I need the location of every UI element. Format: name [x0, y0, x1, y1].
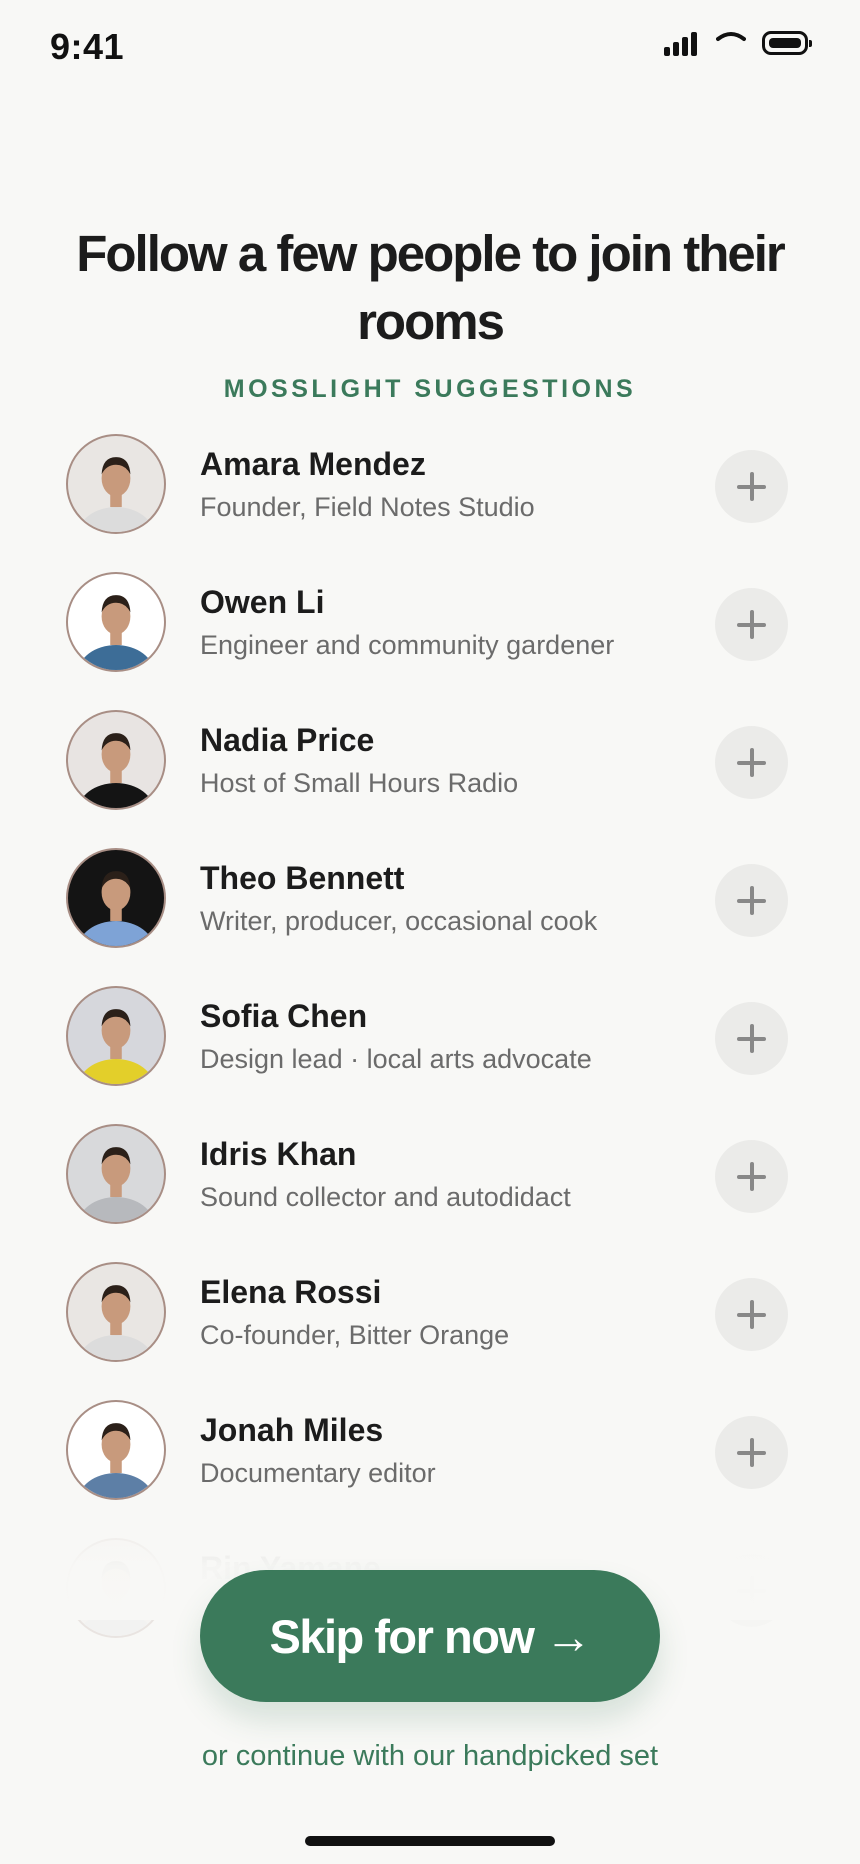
- person-name: Amara Mendez: [200, 446, 426, 482]
- follow-button[interactable]: [715, 588, 788, 661]
- avatar[interactable]: [66, 1400, 166, 1500]
- page-title: Follow a few people to join their rooms: [76, 225, 786, 350]
- person-portrait: [77, 457, 155, 532]
- person-row: Theo Bennett Writer, producer, occasiona…: [0, 838, 860, 976]
- person-name: Owen Li: [200, 584, 325, 620]
- avatar[interactable]: [66, 1538, 166, 1638]
- section-label: MOSSLIGHT SUGGESTIONS: [223, 375, 637, 403]
- skip-button[interactable]: Skip for now →: [200, 1570, 660, 1702]
- avatar[interactable]: [66, 434, 166, 534]
- handpicked-set-link[interactable]: or continue with our handpicked set: [0, 1740, 860, 1773]
- plus-icon: [737, 472, 766, 501]
- person-row: Elena Rossi Co-founder, Bitter Orange: [0, 1252, 860, 1390]
- person-row: Nadia Price Host of Small Hours Radio: [0, 700, 860, 838]
- follow-button[interactable]: [715, 864, 788, 937]
- person-portrait: [77, 595, 155, 670]
- person-bio: Co-founder, Bitter Orange: [200, 1320, 510, 1350]
- person-bio: Sound collector and autodidact: [200, 1182, 571, 1212]
- person-name: Theo Bennett: [200, 860, 405, 896]
- person-bio: Writer, producer, occasional cook: [200, 906, 598, 936]
- person-portrait: [77, 1561, 155, 1636]
- person-name: Sofia Chen: [200, 998, 368, 1034]
- plus-icon: [737, 886, 766, 915]
- person-name: Jonah Miles: [200, 1412, 384, 1448]
- follow-button[interactable]: [715, 1002, 788, 1075]
- follow-button[interactable]: [715, 1140, 788, 1213]
- person-row: Sofia Chen Design lead · local arts advo…: [0, 976, 860, 1114]
- avatar[interactable]: [66, 986, 166, 1086]
- plus-icon: [737, 1162, 766, 1191]
- person-portrait: [77, 1147, 155, 1222]
- plus-icon: [737, 1576, 766, 1605]
- status-time: 9:41: [50, 26, 125, 67]
- plus-icon: [737, 610, 766, 639]
- plus-icon: [737, 1438, 766, 1467]
- avatar[interactable]: [66, 1262, 166, 1362]
- person-row: Amara Mendez Founder, Field Notes Studio: [0, 424, 860, 562]
- plus-icon: [737, 748, 766, 777]
- person-bio: Founder, Field Notes Studio: [200, 492, 535, 522]
- avatar[interactable]: [66, 572, 166, 672]
- follow-button[interactable]: [715, 1554, 788, 1627]
- follow-button[interactable]: [715, 1416, 788, 1489]
- person-bio: Engineer and community gardener: [200, 630, 615, 660]
- avatar[interactable]: [66, 1124, 166, 1224]
- avatar[interactable]: [66, 848, 166, 948]
- wifi-icon: [716, 32, 746, 41]
- person-row: Jonah Miles Documentary editor: [0, 1390, 860, 1528]
- person-portrait: [77, 1423, 155, 1498]
- avatar[interactable]: [66, 710, 166, 810]
- person-bio: Host of Small Hours Radio: [200, 768, 519, 798]
- cellular-signal-icon: [664, 30, 700, 56]
- battery-icon: [762, 31, 812, 55]
- person-bio: Documentary editor: [200, 1458, 436, 1488]
- plus-icon: [737, 1024, 766, 1053]
- person-name: Elena Rossi: [200, 1274, 382, 1310]
- follow-button[interactable]: [715, 726, 788, 799]
- person-row: Idris Khan Sound collector and autodidac…: [0, 1114, 860, 1252]
- person-row: Owen Li Engineer and community gardener: [0, 562, 860, 700]
- status-bar: 9:41: [0, 0, 860, 100]
- home-indicator: [305, 1836, 555, 1846]
- person-bio: Design lead · local arts advocate: [200, 1044, 592, 1074]
- person-portrait: [77, 871, 155, 946]
- person-portrait: [77, 733, 155, 808]
- plus-icon: [737, 1300, 766, 1329]
- person-portrait: [77, 1285, 155, 1360]
- follow-button[interactable]: [715, 1278, 788, 1351]
- person-name: Nadia Price: [200, 722, 375, 758]
- follow-button[interactable]: [715, 450, 788, 523]
- person-portrait: [77, 1009, 155, 1084]
- person-name: Idris Khan: [200, 1136, 357, 1172]
